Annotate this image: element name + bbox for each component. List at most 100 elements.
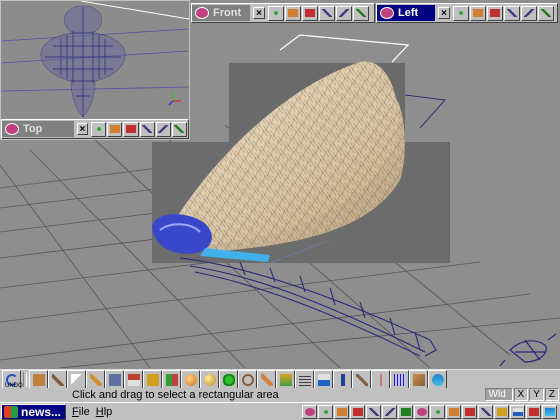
figure-tool-button[interactable]: [333, 370, 352, 389]
chain-icon: [222, 373, 235, 386]
menu-help-rest: lp: [103, 405, 113, 418]
menu-file-rest: ile: [78, 405, 90, 418]
light-tool-button[interactable]: [276, 370, 295, 389]
color-ball-icon: [203, 373, 216, 386]
mesh-icon: [393, 373, 406, 386]
axis-y-button[interactable]: Y: [529, 388, 544, 401]
help-tool-button[interactable]: [428, 370, 447, 389]
quick-view-10-icon[interactable]: [446, 404, 461, 419]
axis-z-button[interactable]: Z: [544, 388, 559, 401]
coord-system-button[interactable]: Wld: [484, 388, 513, 401]
top-viewport-title[interactable]: Top: [2, 121, 74, 137]
camera-gizmo-icon[interactable]: [499, 333, 557, 367]
camera-icon: [317, 373, 330, 386]
render-tool-button[interactable]: [409, 370, 428, 389]
left-viewport-close-button[interactable]: ×: [438, 7, 450, 19]
scale-icon: [260, 373, 273, 386]
sphere-icon: [184, 373, 197, 386]
grid-tool-button[interactable]: [295, 370, 314, 389]
top-view-canvas[interactable]: [1, 1, 189, 119]
move-tool-button[interactable]: [162, 370, 181, 389]
axis-tool-button[interactable]: [371, 370, 390, 389]
start-button[interactable]: news...: [1, 403, 67, 420]
left-viewport-label: Left: [398, 7, 419, 19]
front-viewport-bar: Front ×: [191, 3, 375, 23]
quick-view-4-icon[interactable]: [350, 404, 365, 419]
view-zoom-icon[interactable]: [302, 5, 318, 21]
view-pan-icon[interactable]: [285, 5, 301, 21]
camera-tool-button[interactable]: [314, 370, 333, 389]
cube-tool-button[interactable]: [105, 370, 124, 389]
front-viewport-title[interactable]: Front: [192, 5, 250, 21]
main-toolbar: UNDO: [0, 369, 560, 389]
view-dolly-icon[interactable]: [139, 121, 155, 137]
status-message: Click and drag to select a rectangular a…: [72, 389, 279, 401]
view-fit-icon[interactable]: [336, 5, 352, 21]
selection-box-outline: [279, 34, 410, 63]
modeler-app: Top × Front × Left × UNDO Click and drag…: [0, 0, 560, 420]
quick-view-7-icon[interactable]: [398, 404, 413, 419]
view-zoom-icon[interactable]: [487, 5, 503, 21]
box-icon: [32, 373, 45, 386]
viewport-indicator-icon: [195, 7, 209, 19]
view-fit-icon[interactable]: [521, 5, 537, 21]
sphere-tool-button[interactable]: [181, 370, 200, 389]
quick-view-8-icon[interactable]: [414, 404, 429, 419]
quick-view-6-icon[interactable]: [382, 404, 397, 419]
view-zoom-icon[interactable]: [123, 121, 139, 137]
menu-file[interactable]: File: [72, 406, 90, 418]
view-dolly-icon[interactable]: [504, 5, 520, 21]
menu-help[interactable]: Hlp: [96, 406, 113, 418]
top-viewport-bar: Top ×: [1, 119, 189, 139]
mesh-tool-button[interactable]: [390, 370, 409, 389]
view-pan-icon[interactable]: [470, 5, 486, 21]
undo-button[interactable]: UNDO: [2, 370, 23, 389]
scale-tool-button[interactable]: [257, 370, 276, 389]
quick-view-11-icon[interactable]: [462, 404, 477, 419]
quick-view-16-icon[interactable]: [542, 404, 557, 419]
top-viewport-close-button[interactable]: ×: [76, 123, 89, 135]
quick-view-12-icon[interactable]: [478, 404, 493, 419]
chain-tool-button[interactable]: [219, 370, 238, 389]
quick-view-13-icon[interactable]: [494, 404, 509, 419]
hammer-icon: [51, 373, 64, 386]
view-rotate-icon[interactable]: [268, 5, 284, 21]
select-tool-button[interactable]: [67, 370, 86, 389]
front-viewport-label: Front: [213, 7, 242, 19]
view-pan-icon[interactable]: [107, 121, 123, 137]
left-viewport-title[interactable]: Left: [377, 5, 435, 21]
box-tool-button[interactable]: [29, 370, 48, 389]
quick-view-5-icon[interactable]: [366, 404, 381, 419]
quick-view-15-icon[interactable]: [526, 404, 541, 419]
top-viewport[interactable]: Top ×: [0, 0, 190, 140]
front-viewport-close-button[interactable]: ×: [253, 7, 265, 19]
color-ball-tool-button[interactable]: [200, 370, 219, 389]
menu-file-accelerator: F: [72, 405, 79, 418]
viewport-indicator-icon: [380, 7, 394, 19]
perspective-viewport[interactable]: Top × Front × Left ×: [0, 0, 560, 368]
texture-tool-button[interactable]: [143, 370, 162, 389]
bone-tool-button[interactable]: [352, 370, 371, 389]
hammer-tool-button[interactable]: [48, 370, 67, 389]
quick-view-3-icon[interactable]: [334, 404, 349, 419]
view-fit-icon[interactable]: [155, 121, 171, 137]
quick-view-14-icon[interactable]: [510, 404, 525, 419]
quick-view-1-icon[interactable]: [302, 404, 317, 419]
extrude-tool-button[interactable]: [124, 370, 143, 389]
view-quick-buttons: [302, 403, 558, 420]
pointer-icon: [70, 373, 83, 386]
view-grid-icon[interactable]: [353, 5, 369, 21]
view-rotate-icon[interactable]: [91, 121, 107, 137]
view-rotate-icon[interactable]: [453, 5, 469, 21]
view-grid-icon[interactable]: [538, 5, 554, 21]
pencil-tool-button[interactable]: [86, 370, 105, 389]
quick-view-9-icon[interactable]: [430, 404, 445, 419]
help-icon: [431, 373, 444, 386]
axis-x-button[interactable]: X: [513, 388, 529, 401]
wire-edge: [404, 94, 447, 129]
quick-view-2-icon[interactable]: [318, 404, 333, 419]
view-dolly-icon[interactable]: [319, 5, 335, 21]
lasso-tool-button[interactable]: [238, 370, 257, 389]
view-grid-icon[interactable]: [171, 121, 187, 137]
light-icon: [279, 373, 292, 386]
